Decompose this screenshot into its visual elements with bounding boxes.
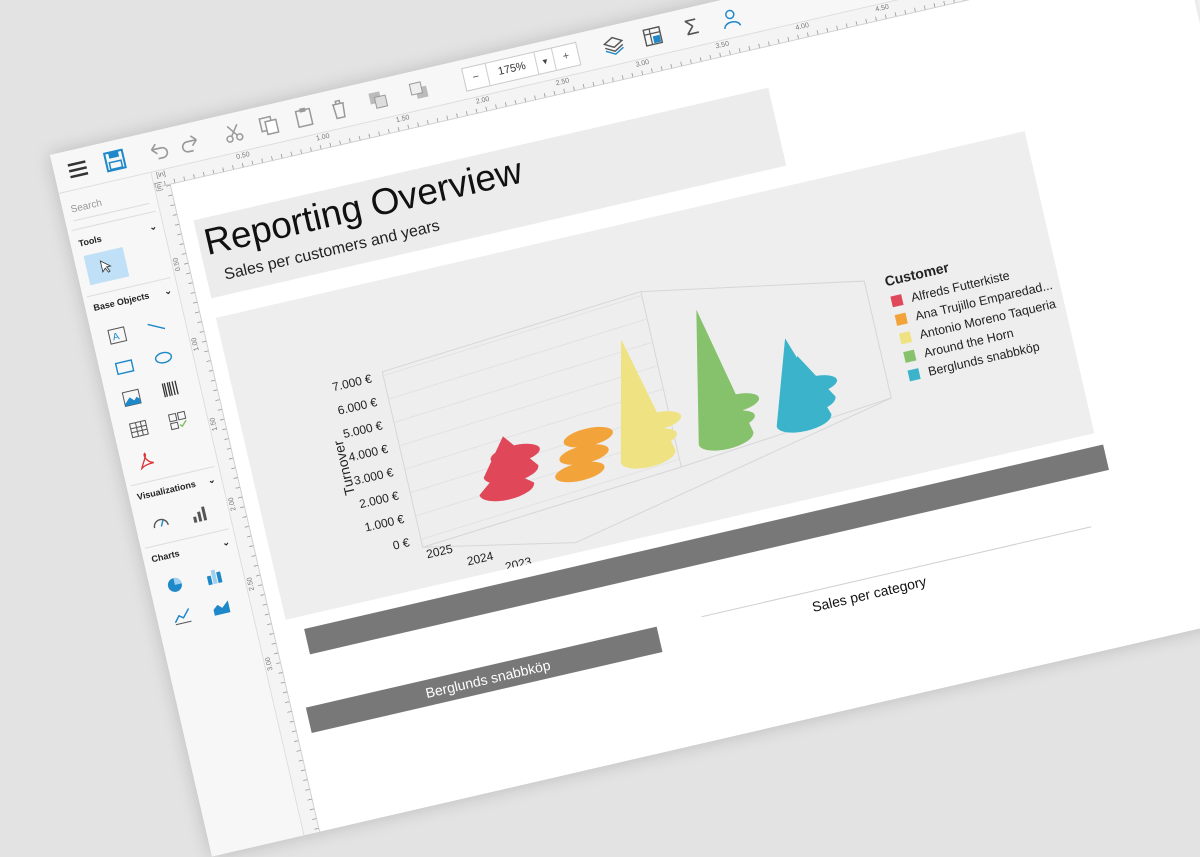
table-calc-icon[interactable]	[636, 20, 670, 54]
sum-icon[interactable]: Σ	[675, 11, 709, 45]
y-tick-label: 0 €	[391, 535, 411, 552]
y-tick-label: 1.000 €	[363, 512, 405, 535]
rectangle-object-icon[interactable]	[111, 353, 137, 379]
visualizations-section-header[interactable]: Visualizations ⌄	[136, 474, 216, 503]
ruler-label: 2.00	[227, 496, 238, 512]
pdf-object-icon[interactable]	[133, 447, 159, 473]
legend-swatch	[907, 368, 921, 382]
sales-per-category-title[interactable]: Sales per category	[810, 573, 927, 615]
gauge-icon[interactable]	[147, 509, 173, 535]
line-chart-icon[interactable]	[169, 603, 195, 629]
undo-icon[interactable]	[141, 134, 175, 168]
pie-chart-icon[interactable]	[162, 572, 188, 598]
pointer-tool[interactable]	[83, 247, 130, 286]
ruler-label: 2.50	[555, 77, 571, 88]
sparkline-bars-icon[interactable]	[186, 500, 212, 526]
paste-icon[interactable]	[287, 100, 321, 134]
charts-section-header[interactable]: Charts ⌄	[150, 537, 230, 566]
ruler-label: 1.50	[209, 416, 220, 432]
tools-label: Tools	[77, 233, 103, 249]
x-tick-label: 2023	[504, 554, 533, 574]
charts-label: Charts	[150, 548, 181, 565]
y-axis-label: Turnover	[330, 439, 358, 497]
y-gridline	[393, 341, 653, 423]
y-tick-label: 4.000 €	[347, 442, 389, 465]
line-object-icon[interactable]	[143, 313, 169, 339]
y-gridline	[383, 295, 642, 377]
ruler-label: 0.50	[235, 151, 251, 162]
customer-group-label: Berglunds snabbköp	[423, 656, 552, 702]
chevron-down-icon: ⌄	[206, 474, 217, 486]
svg-text:A: A	[112, 331, 121, 343]
send-backward-icon[interactable]	[402, 74, 436, 108]
chevron-down-icon: ⌄	[148, 220, 158, 233]
y-tick-label: 7.000 €	[331, 372, 373, 395]
barcode-object-icon[interactable]	[158, 376, 184, 402]
legend-swatch	[903, 349, 917, 363]
cursor-arrow-icon	[99, 260, 112, 273]
ruler-label: 1.00	[190, 336, 201, 352]
redo-icon[interactable]	[174, 126, 208, 160]
text-object-icon[interactable]: A	[104, 322, 130, 348]
ruler-label: 3.00	[635, 58, 650, 69]
ruler-label: 1.50	[395, 114, 411, 125]
legend-swatch	[890, 294, 904, 308]
x-tick-label: 2025	[425, 542, 454, 562]
legend-swatch	[898, 331, 913, 345]
bar-chart-icon[interactable]	[201, 563, 227, 589]
cone-mark	[696, 309, 754, 451]
y-tick-label: 2.000 €	[358, 488, 400, 511]
ruler-label: 1.00	[315, 132, 331, 143]
area-chart-icon[interactable]	[208, 594, 234, 620]
zoom-in-button[interactable]: +	[552, 43, 580, 70]
ruler-label: 3.00	[264, 656, 275, 672]
ruler-label: [in]	[155, 170, 167, 180]
checkbox-object-icon[interactable]	[165, 407, 191, 433]
copy-icon[interactable]	[252, 108, 286, 142]
cut-icon[interactable]	[217, 116, 251, 150]
ruler-label: 3.50	[714, 40, 730, 51]
bring-forward-icon[interactable]	[361, 83, 395, 117]
report-designer-window: − 175% ▼ + Σ Search Tools ⌄ Base Objects ⌄…	[50, 0, 1200, 857]
user-icon[interactable]	[714, 2, 748, 36]
delete-icon[interactable]	[322, 92, 356, 126]
y-gridline	[420, 458, 680, 540]
chevron-down-icon: ⌄	[221, 536, 231, 549]
zoom-value-field[interactable]: 175%	[485, 52, 540, 86]
ruler-label: 4.00	[794, 22, 810, 32]
menu-icon[interactable]	[61, 152, 95, 186]
ruler-label: 2.00	[475, 95, 491, 106]
base-objects-section-header[interactable]: Base Objects ⌄	[92, 285, 172, 314]
y-tick-label: 5.000 €	[342, 418, 384, 441]
ruler-label: 4.50	[874, 3, 890, 14]
x-tick-label: 2024	[466, 549, 495, 569]
ruler-label: 0.50	[172, 256, 183, 272]
table-object-icon[interactable]	[126, 416, 152, 442]
image-object-icon[interactable]	[119, 385, 145, 411]
layers-icon[interactable]	[597, 29, 631, 63]
y-tick-label: 3.000 €	[352, 465, 394, 488]
chevron-down-icon: ⌄	[163, 285, 173, 297]
y-tick-label: 6.000 €	[336, 395, 378, 418]
legend-swatch	[894, 312, 908, 326]
save-icon[interactable]	[98, 144, 132, 178]
ruler-label: 2.50	[246, 576, 257, 592]
ellipse-object-icon[interactable]	[150, 344, 176, 370]
